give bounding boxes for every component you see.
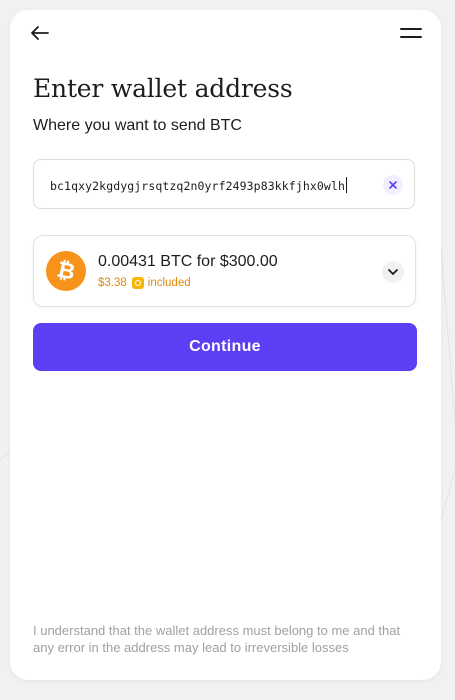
expand-quote-button[interactable] [382,261,404,283]
bitcoin-icon: ₿ [46,251,86,291]
text-caret [346,177,347,193]
fee-amount: $3.38 [98,277,127,289]
widget-card: Enter wallet address Where you want to s… [10,10,441,680]
back-button[interactable] [26,19,54,47]
arrow-left-icon [31,26,49,40]
fee-included-label: included [147,277,191,289]
page-subtitle: Where you want to send BTC [33,117,242,134]
continue-button[interactable]: Continue [33,323,417,371]
close-x-icon [389,181,397,189]
fee-coin-icon [131,277,144,289]
menu-button[interactable] [397,19,425,47]
clear-address-button[interactable] [383,175,403,195]
quote-amount: 0.00431 BTC for $300.00 [98,253,278,270]
fee-info: $3.38 included [98,277,191,289]
disclaimer-text: I understand that the wallet address mus… [33,623,401,655]
quote-summary-dropdown[interactable]: ₿ 0.00431 BTC for $300.00 $3.38 included [33,235,416,307]
page-title: Enter wallet address [33,74,293,103]
wallet-address-input[interactable]: bc1qxy2kgdygjrsqtzq2n0yrf2493p83kkfjhx0w… [33,159,415,209]
chevron-down-icon [388,269,398,275]
wallet-address-value[interactable]: bc1qxy2kgdygjrsqtzq2n0yrf2493p83kkfjhx0w… [50,177,347,193]
hamburger-menu-icon [400,28,422,38]
